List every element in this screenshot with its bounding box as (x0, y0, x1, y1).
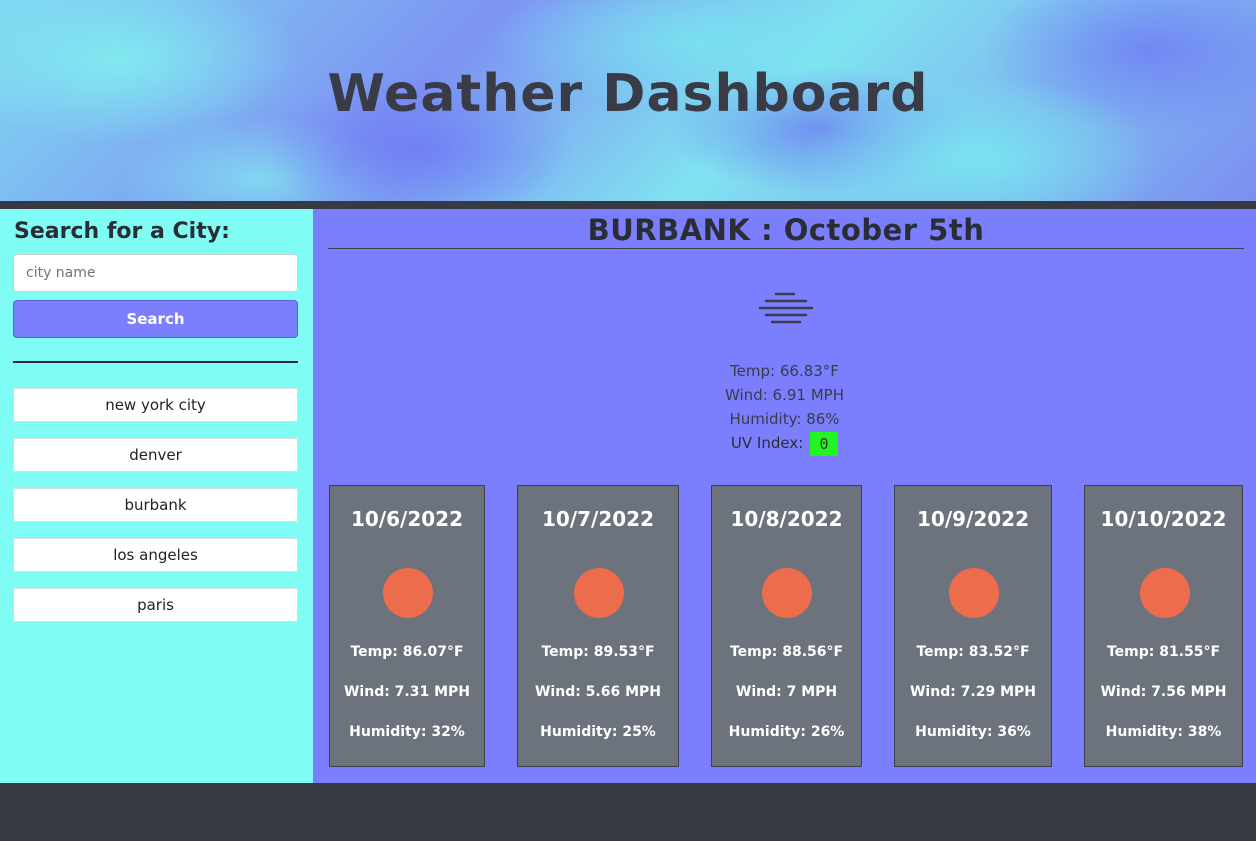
sun-icon (1140, 568, 1190, 618)
sun-icon (574, 568, 624, 618)
history-item-new-york-city[interactable]: new york city (13, 388, 298, 422)
current-humidity: Humidity: 86% (729, 410, 840, 428)
weather-main-panel: BURBANK : October 5th Temp: 66.83°F Wind… (313, 209, 1256, 783)
forecast-card: 10/10/2022 Temp: 81.55°F Wind: 7.56 MPH … (1084, 485, 1243, 767)
forecast-date: 10/9/2022 (916, 507, 1030, 531)
sun-icon (383, 568, 433, 618)
forecast-card: 10/6/2022 Temp: 86.07°F Wind: 7.31 MPH H… (329, 485, 485, 767)
forecast-date: 10/6/2022 (350, 507, 464, 531)
forecast-temp: Temp: 89.53°F (541, 644, 655, 660)
history-item-paris[interactable]: paris (13, 588, 298, 622)
title-separator: : (761, 213, 774, 247)
forecast-date: 10/10/2022 (1100, 507, 1227, 531)
search-history-list: new york city denver burbank los angeles… (13, 388, 298, 638)
forecast-temp: Temp: 86.07°F (350, 644, 464, 660)
forecast-card: 10/8/2022 Temp: 88.56°F Wind: 7 MPH Humi… (711, 485, 862, 767)
current-date: October 5th (783, 213, 985, 247)
history-item-burbank[interactable]: burbank (13, 488, 298, 522)
current-city-name: BURBANK (587, 213, 751, 247)
history-item-los-angeles[interactable]: los angeles (13, 538, 298, 572)
forecast-wind: Wind: 7.56 MPH (1100, 684, 1227, 700)
sidebar-divider (13, 361, 298, 363)
current-weather-stats: Temp: 66.83°F Wind: 6.91 MPH Humidity: 8… (313, 359, 1256, 456)
forecast-humidity: Humidity: 25% (540, 724, 656, 740)
forecast-date: 10/7/2022 (541, 507, 655, 531)
sun-icon (762, 568, 812, 618)
search-heading: Search for a City: (14, 219, 230, 244)
current-city-heading: BURBANK : October 5th (328, 213, 1244, 247)
city-search-input[interactable] (13, 254, 298, 292)
forecast-temp: Temp: 88.56°F (729, 644, 844, 660)
forecast-humidity: Humidity: 38% (1105, 724, 1222, 740)
fog-icon (758, 292, 814, 324)
header-banner: Weather Dashboard (0, 0, 1256, 201)
history-item-denver[interactable]: denver (13, 438, 298, 472)
current-heading-rule (328, 248, 1244, 249)
page-footer (0, 783, 1256, 841)
forecast-wind: Wind: 5.66 MPH (534, 684, 662, 700)
forecast-date: 10/8/2022 (730, 507, 843, 531)
forecast-temp: Temp: 83.52°F (916, 644, 1030, 660)
sun-icon (949, 568, 999, 618)
header-divider-bar (0, 201, 1256, 209)
uv-index-label: UV Index: (730, 434, 804, 452)
search-sidebar: Search for a City: Search new york city … (0, 209, 313, 783)
forecast-humidity: Humidity: 26% (728, 724, 845, 740)
forecast-card: 10/7/2022 Temp: 89.53°F Wind: 5.66 MPH H… (517, 485, 679, 767)
forecast-card: 10/9/2022 Temp: 83.52°F Wind: 7.29 MPH H… (894, 485, 1052, 767)
page-title: Weather Dashboard (327, 64, 929, 124)
forecast-wind: Wind: 7.29 MPH (909, 684, 1037, 700)
forecast-wind: Wind: 7 MPH (735, 684, 838, 700)
current-temp: Temp: 66.83°F (730, 362, 839, 380)
forecast-humidity: Humidity: 32% (349, 724, 465, 740)
current-wind: Wind: 6.91 MPH (725, 386, 844, 404)
forecast-temp: Temp: 81.55°F (1106, 644, 1221, 660)
current-uv-row: UV Index: 0 (313, 431, 1256, 456)
search-button[interactable]: Search (13, 300, 298, 338)
forecast-wind: Wind: 7.31 MPH (343, 684, 471, 700)
forecast-humidity: Humidity: 36% (915, 724, 1031, 740)
uv-index-badge: 0 (810, 431, 839, 456)
